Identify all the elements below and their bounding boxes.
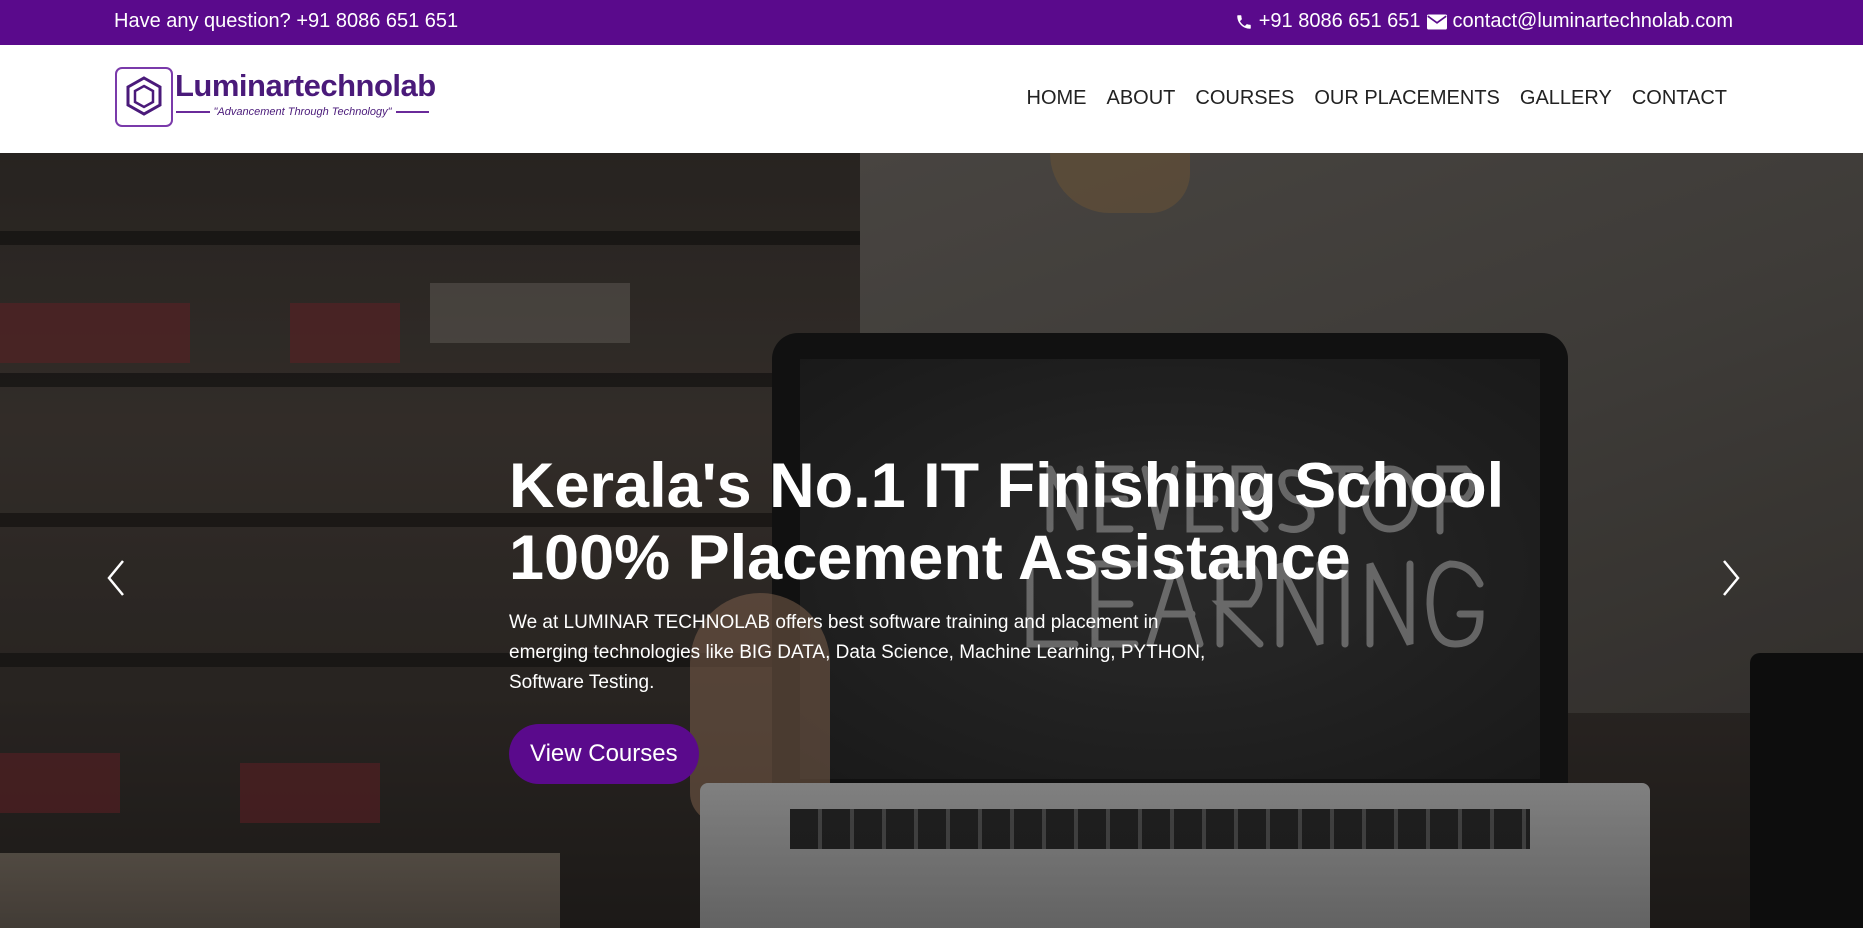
logo-tagline: "Advancement Through Technology" [213, 106, 392, 118]
logo-tagline-row: "Advancement Through Technology" [176, 106, 430, 118]
hero-description: We at LUMINAR TECHNOLAB offers best soft… [509, 612, 1206, 693]
top-bar: Have any question? +91 8086 651 651 +91 … [0, 0, 1863, 45]
carousel-prev-button[interactable] [101, 553, 131, 603]
envelope-icon [1426, 14, 1447, 30]
main-nav: HOME ABOUT COURSES OUR PLACEMENTS GALLER… [1027, 87, 1728, 110]
nav-about[interactable]: ABOUT [1107, 87, 1176, 110]
chevron-left-icon [107, 560, 124, 596]
hexagon-logo-icon [114, 66, 174, 128]
hero-title-line2: 100% Placement Assistance [509, 523, 1351, 593]
nav-home[interactable]: HOME [1027, 87, 1087, 110]
nav-courses[interactable]: COURSES [1195, 87, 1294, 110]
phone-icon [1235, 13, 1253, 31]
nav-our-placements[interactable]: OUR PLACEMENTS [1314, 87, 1500, 110]
logo[interactable]: Luminartechnolab "Advancement Through Te… [114, 66, 436, 128]
email-link[interactable]: contact@luminartechnolab.com [1453, 10, 1733, 33]
hero-carousel: Kerala's No.1 IT Finishing School 100% P… [0, 153, 1863, 928]
tagline-divider [395, 111, 430, 113]
nav-gallery[interactable]: GALLERY [1520, 87, 1612, 110]
chevron-right-icon [1723, 560, 1740, 596]
tagline-divider [176, 111, 210, 113]
site-header: Luminartechnolab "Advancement Through Te… [0, 45, 1863, 153]
top-contact: +91 8086 651 651 contact@luminartechnola… [1235, 10, 1733, 33]
nav-contact[interactable]: CONTACT [1632, 87, 1727, 110]
carousel-next-button[interactable] [1716, 553, 1746, 603]
hero-caption: Kerala's No.1 IT Finishing School 100% P… [509, 450, 1504, 784]
hero-title-line1: Kerala's No.1 IT Finishing School [509, 451, 1505, 521]
question-text: Have any question? +91 8086 651 651 [114, 10, 459, 32]
logo-name: Luminartechnolab [175, 68, 436, 103]
hero-title: Kerala's No.1 IT Finishing School 100% P… [509, 450, 1504, 594]
phone-link[interactable]: +91 8086 651 651 [1259, 10, 1421, 33]
view-courses-button[interactable]: View Courses [509, 724, 699, 784]
